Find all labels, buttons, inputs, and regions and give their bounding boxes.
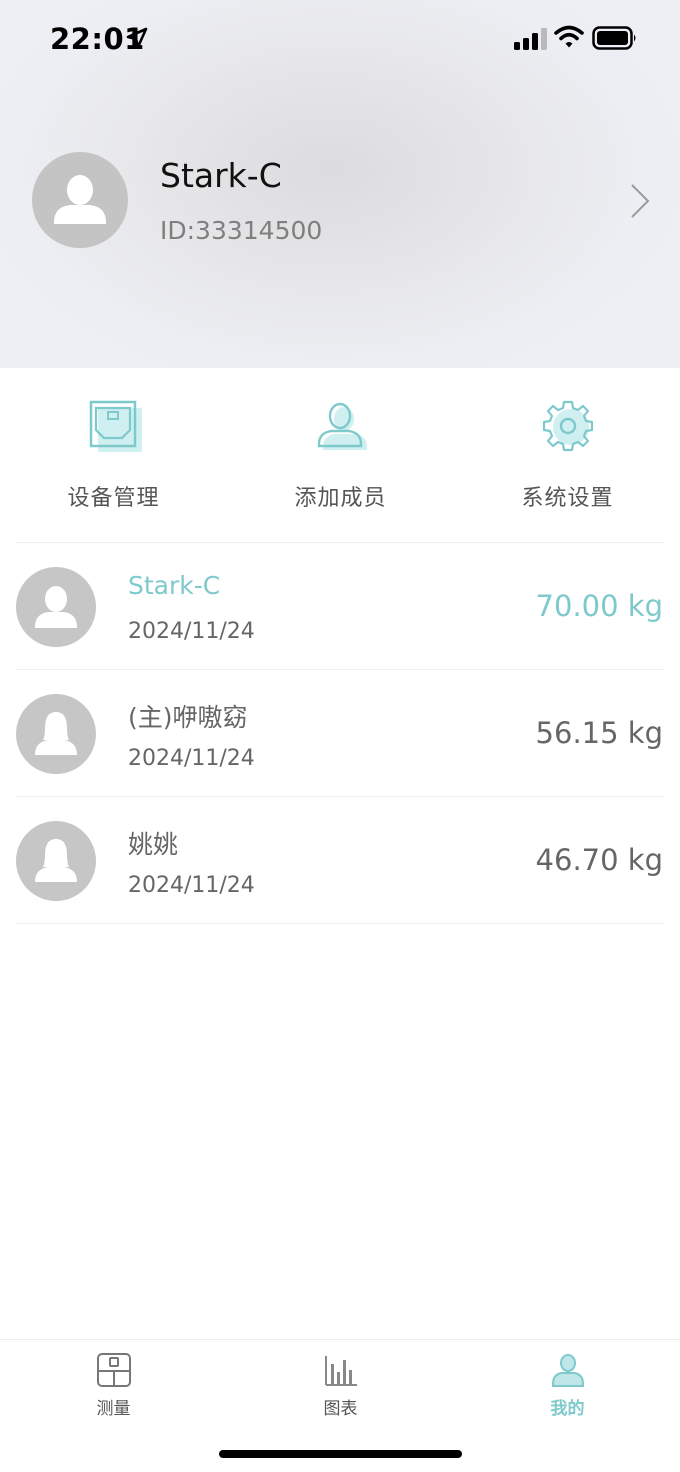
profile-avatar[interactable] bbox=[32, 152, 128, 248]
tab-measure-label: 测量 bbox=[96, 1399, 131, 1419]
member-name: 姚姚 bbox=[128, 830, 179, 859]
tab-charts-label: 图表 bbox=[323, 1399, 358, 1419]
add-member-label: 添加成员 bbox=[294, 486, 387, 511]
tab-charts[interactable]: 图表 bbox=[227, 1340, 454, 1430]
member-date: 2024/11/24 bbox=[128, 746, 255, 771]
member-weight: 56.15 kg bbox=[535, 716, 663, 750]
tab-mine[interactable]: 我的 bbox=[454, 1340, 680, 1430]
bar-chart-icon bbox=[324, 1356, 357, 1386]
member-row[interactable]: 姚姚 2024/11/24 46.70 kg bbox=[0, 797, 680, 924]
profile-name: Stark-C bbox=[160, 156, 282, 195]
member-name: (主)咿嗷窈 bbox=[128, 703, 248, 732]
member-avatar-female bbox=[16, 821, 96, 901]
member-row[interactable]: Stark-C 2024/11/24 70.00 kg bbox=[0, 543, 680, 670]
home-indicator bbox=[219, 1450, 462, 1458]
profile-id: ID:33314500 bbox=[160, 216, 323, 245]
system-settings-label: 系统设置 bbox=[521, 486, 614, 511]
person-icon bbox=[551, 1354, 584, 1387]
battery-icon bbox=[592, 26, 636, 50]
system-settings-button[interactable]: 系统设置 bbox=[454, 368, 680, 542]
device-management-button[interactable]: 设备管理 bbox=[0, 368, 227, 542]
member-name: Stark-C bbox=[128, 571, 221, 600]
member-avatar-male bbox=[16, 567, 96, 647]
tab-mine-label: 我的 bbox=[550, 1399, 585, 1419]
member-row[interactable]: (主)咿嗷窈 2024/11/24 56.15 kg bbox=[0, 670, 680, 797]
add-member-icon bbox=[317, 402, 367, 450]
member-avatar-female bbox=[16, 694, 96, 774]
cellular-signal-icon bbox=[514, 28, 547, 50]
female-avatar-icon bbox=[35, 712, 77, 755]
location-arrow-icon bbox=[126, 27, 148, 49]
gear-icon bbox=[542, 400, 593, 452]
member-weight: 46.70 kg bbox=[535, 843, 663, 877]
profile-header: 22:01 Stark-C ID:33314500 bbox=[0, 0, 680, 368]
wifi-icon bbox=[554, 25, 584, 48]
member-weight: 70.00 kg bbox=[535, 589, 663, 623]
status-bar: 22:01 bbox=[0, 0, 680, 80]
chevron-right-icon[interactable] bbox=[628, 182, 652, 220]
member-date: 2024/11/24 bbox=[128, 619, 255, 644]
scale-icon bbox=[96, 1353, 131, 1387]
user-silhouette-icon bbox=[54, 175, 106, 224]
device-management-icon bbox=[89, 400, 142, 452]
tab-measure[interactable]: 测量 bbox=[0, 1340, 227, 1430]
male-avatar-icon bbox=[35, 586, 77, 628]
add-member-button[interactable]: 添加成员 bbox=[227, 368, 454, 542]
device-management-label: 设备管理 bbox=[67, 486, 160, 511]
member-date: 2024/11/24 bbox=[128, 873, 255, 898]
divider bbox=[16, 923, 664, 924]
female-avatar-icon bbox=[35, 839, 77, 882]
quick-menu: 设备管理 添加成员 系统设置 bbox=[0, 368, 680, 542]
